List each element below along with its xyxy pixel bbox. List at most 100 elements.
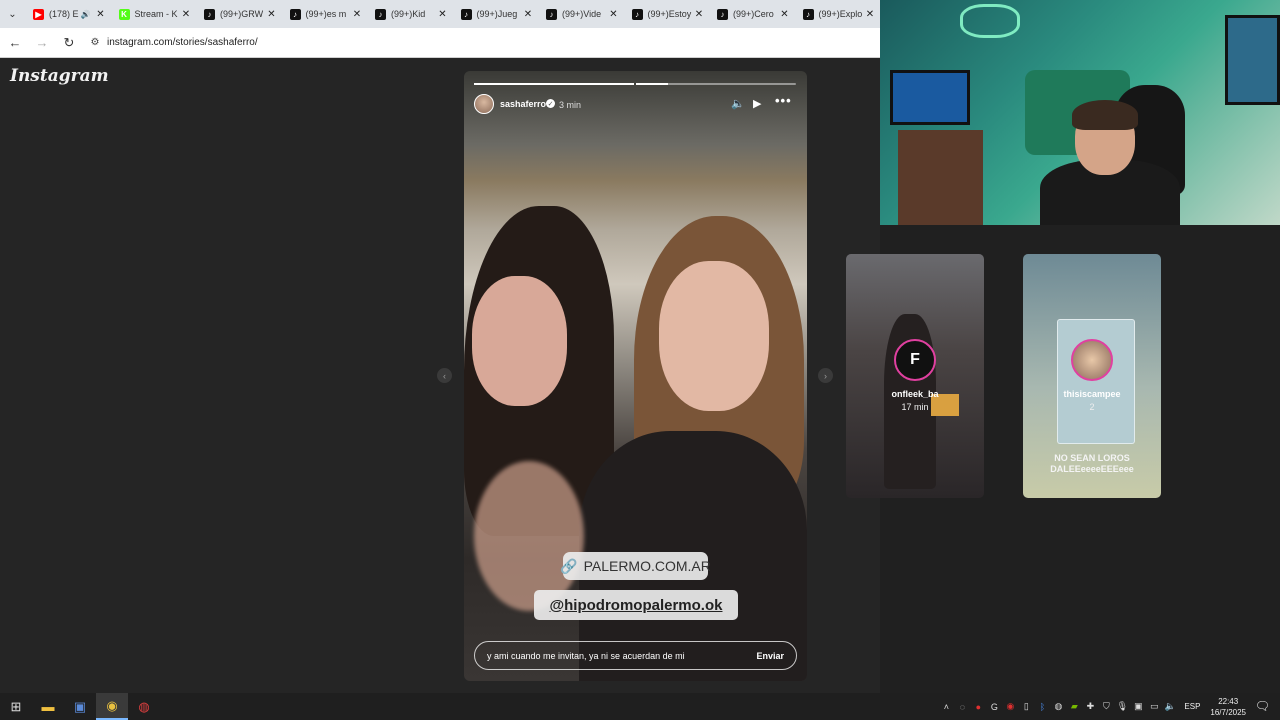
tab-strip: ⌄ ▶ (178) E 🔊 ✕ K Stream - K ✕ ♪ (99+)GRW ✕ ♪ (99+)… (0, 0, 880, 28)
volume-icon[interactable]: 🔈 (731, 97, 745, 110)
tab-audio-icon[interactable]: 🔊 (81, 10, 91, 19)
chrome-icon[interactable]: ◉ (96, 693, 128, 720)
browser-tab-title: (178) E (49, 9, 79, 19)
site-info-icon[interactable]: ⚙ (87, 35, 103, 51)
side-story-2-avatar (1071, 339, 1113, 381)
story-progress-segment-1 (474, 83, 634, 85)
instagram-logo[interactable]: Instagram (10, 66, 109, 86)
play-icon[interactable]: ▶ (753, 97, 761, 110)
close-tab-icon[interactable]: ✕ (351, 9, 363, 20)
send-button[interactable]: Enviar (756, 651, 784, 661)
browser-tab[interactable]: ▶ (178) E 🔊 ✕ (25, 0, 111, 28)
close-tab-icon[interactable]: ✕ (437, 9, 449, 20)
mention-sticker[interactable]: @hipodromopalermo.ok (534, 590, 738, 620)
story-image-person-right-face (659, 261, 769, 411)
tiktok-icon: ♪ (460, 8, 472, 20)
story-image-person-left-face (472, 276, 567, 406)
bluetooth-icon[interactable]: ᛒ (1034, 693, 1050, 720)
webcam-overlay (880, 0, 1280, 225)
app-icon[interactable]: ▣ (64, 693, 96, 720)
browser-tab-title: (99+)GRW (220, 9, 264, 19)
browser-tab[interactable]: ♪ (99+)es m ✕ (282, 0, 368, 28)
next-story-arrow-icon[interactable]: › (818, 368, 833, 383)
system-tray: ˄ ◌ ● G ◉ ▯ ᛒ ◍ ▰ ✚ ⛉ 🎙 ▣ ▭ 🔈 ESP 22:43 … (938, 693, 1246, 720)
browser-tab[interactable]: ♪ (99+)Vide ✕ (538, 0, 624, 28)
windows-start-icon[interactable]: ⊞ (0, 693, 32, 720)
nvidia-icon[interactable]: ▰ (1066, 693, 1082, 720)
address-bar-url[interactable]: instagram.com/stories/sashaferro/ (107, 37, 258, 48)
reload-icon[interactable]: ↻ (57, 31, 81, 55)
notifications-icon[interactable]: 🗨 (1255, 699, 1270, 713)
close-tab-icon[interactable]: ✕ (608, 9, 620, 20)
mic-icon[interactable]: 🎙 (1114, 693, 1130, 720)
keyboard-language[interactable]: ESP (1184, 702, 1200, 711)
webcam-shelf (898, 130, 983, 225)
obs-icon[interactable]: ◍ (128, 693, 160, 720)
side-story-2-username: thisiscampee (1063, 389, 1121, 399)
side-story-2-caption: NO SEAN LOROS DALEEeeeeEEEeee (1050, 453, 1134, 474)
tiktok-icon: ♪ (631, 8, 643, 20)
forward-arrow-icon[interactable]: → (30, 31, 54, 55)
tray-app-icon[interactable]: ◉ (1002, 693, 1018, 720)
previous-story-arrow-icon[interactable]: ‹ (437, 368, 452, 383)
browser-tab[interactable]: ♪ (99+)Explo ✕ (795, 0, 881, 28)
clock-time: 22:43 (1218, 696, 1239, 706)
browser-tab[interactable]: ♪ (99+)Kid ✕ (367, 0, 453, 28)
webcam-monitor-right (1225, 15, 1280, 105)
close-tab-icon[interactable]: ✕ (95, 9, 107, 20)
tiktok-icon: ♪ (204, 8, 215, 20)
windows-taskbar: ⊞ ▬ ▣ ◉ ◍ ˄ ◌ ● G ◉ ▯ ᛒ ◍ ▰ ✚ ⛉ 🎙 ▣ ▭ 🔈 … (0, 693, 1280, 720)
link-sticker-text: PALERMO.COM.AR (583, 558, 711, 574)
reply-input[interactable]: y ami cuando me invitan, ya ni se acuerd… (474, 641, 797, 670)
tiktok-icon: ♪ (546, 8, 557, 20)
browser-tab[interactable]: ♪ (99+)Jueg ✕ (453, 0, 539, 28)
story-username[interactable]: sashaferro (500, 99, 546, 109)
side-story-2-image-screenshot (1057, 319, 1135, 444)
close-tab-icon[interactable]: ✕ (779, 9, 791, 20)
browser-tab[interactable]: ♪ (99+)GRW ✕ (196, 0, 282, 28)
reply-input-text[interactable]: y ami cuando me invitan, ya ni se acuerd… (487, 651, 756, 661)
tray-app-icon[interactable]: ◍ (1050, 693, 1066, 720)
close-tab-icon[interactable]: ✕ (864, 9, 876, 20)
show-hidden-icons-icon[interactable]: ˄ (938, 693, 954, 720)
link-sticker[interactable]: 🔗 PALERMO.COM.AR (560, 552, 711, 580)
side-story-card-2[interactable]: thisiscampee 2 NO SEAN LOROS DALEEeeeeEE… (1023, 254, 1161, 498)
webcam-streamer-hair (1072, 100, 1138, 130)
link-icon: 🔗 (560, 557, 578, 574)
tray-app-icon[interactable]: ⛉ (1098, 693, 1114, 720)
network-icon[interactable]: ▭ (1146, 693, 1162, 720)
side-story-2-time: 2 (1089, 402, 1095, 412)
more-options-icon[interactable]: ••• (775, 93, 792, 108)
back-arrow-icon[interactable]: ← (3, 31, 27, 55)
tiktok-icon: ♪ (289, 8, 301, 20)
verified-badge-icon: ✓ (546, 99, 555, 108)
tray-app-icon[interactable]: ◌ (954, 693, 970, 720)
side-story-1-avatar: F (894, 339, 936, 381)
tiktok-icon: ♪ (802, 8, 814, 20)
speaker-icon[interactable]: 🔈 (1162, 693, 1178, 720)
side-story-card-1[interactable]: F onfleek_ba 17 min (846, 254, 984, 498)
youtube-icon: ▶ (33, 8, 44, 20)
side-story-1-username: onfleek_ba (891, 389, 939, 399)
microphone-icon[interactable]: ● (970, 693, 986, 720)
close-tab-icon[interactable]: ✕ (693, 9, 705, 20)
tray-app-icon[interactable]: G (986, 693, 1002, 720)
close-tab-icon[interactable]: ✕ (180, 9, 192, 20)
tab-search-chevron-icon[interactable]: ⌄ (0, 0, 25, 28)
close-tab-icon[interactable]: ✕ (266, 9, 278, 20)
tray-app-icon[interactable]: ▣ (1130, 693, 1146, 720)
file-explorer-icon[interactable]: ▬ (32, 693, 64, 720)
browser-toolbar: ← → ↻ ⚙ instagram.com/stories/sashaferro… (0, 28, 880, 58)
tray-app-icon[interactable]: ▯ (1018, 693, 1034, 720)
tray-app-icon[interactable]: ✚ (1082, 693, 1098, 720)
clock[interactable]: 22:43 16/7/2025 (1210, 696, 1246, 718)
webcam-neon-sign (960, 4, 1020, 38)
browser-tab[interactable]: ♪ (99+)Cero ✕ (709, 0, 795, 28)
browser-tab[interactable]: K Stream - K ✕ (111, 0, 197, 28)
close-tab-icon[interactable]: ✕ (522, 9, 534, 20)
browser-tab-title: (99+)Cero (733, 9, 774, 19)
story-image-hand (474, 461, 584, 611)
story-viewer[interactable]: sashaferro ✓ 3 min 🔈 ▶ ••• 🔗 PALERMO.COM… (464, 71, 807, 681)
browser-tab[interactable]: ♪ (99+)Estoy ✕ (624, 0, 710, 28)
story-user-avatar[interactable] (474, 94, 494, 114)
